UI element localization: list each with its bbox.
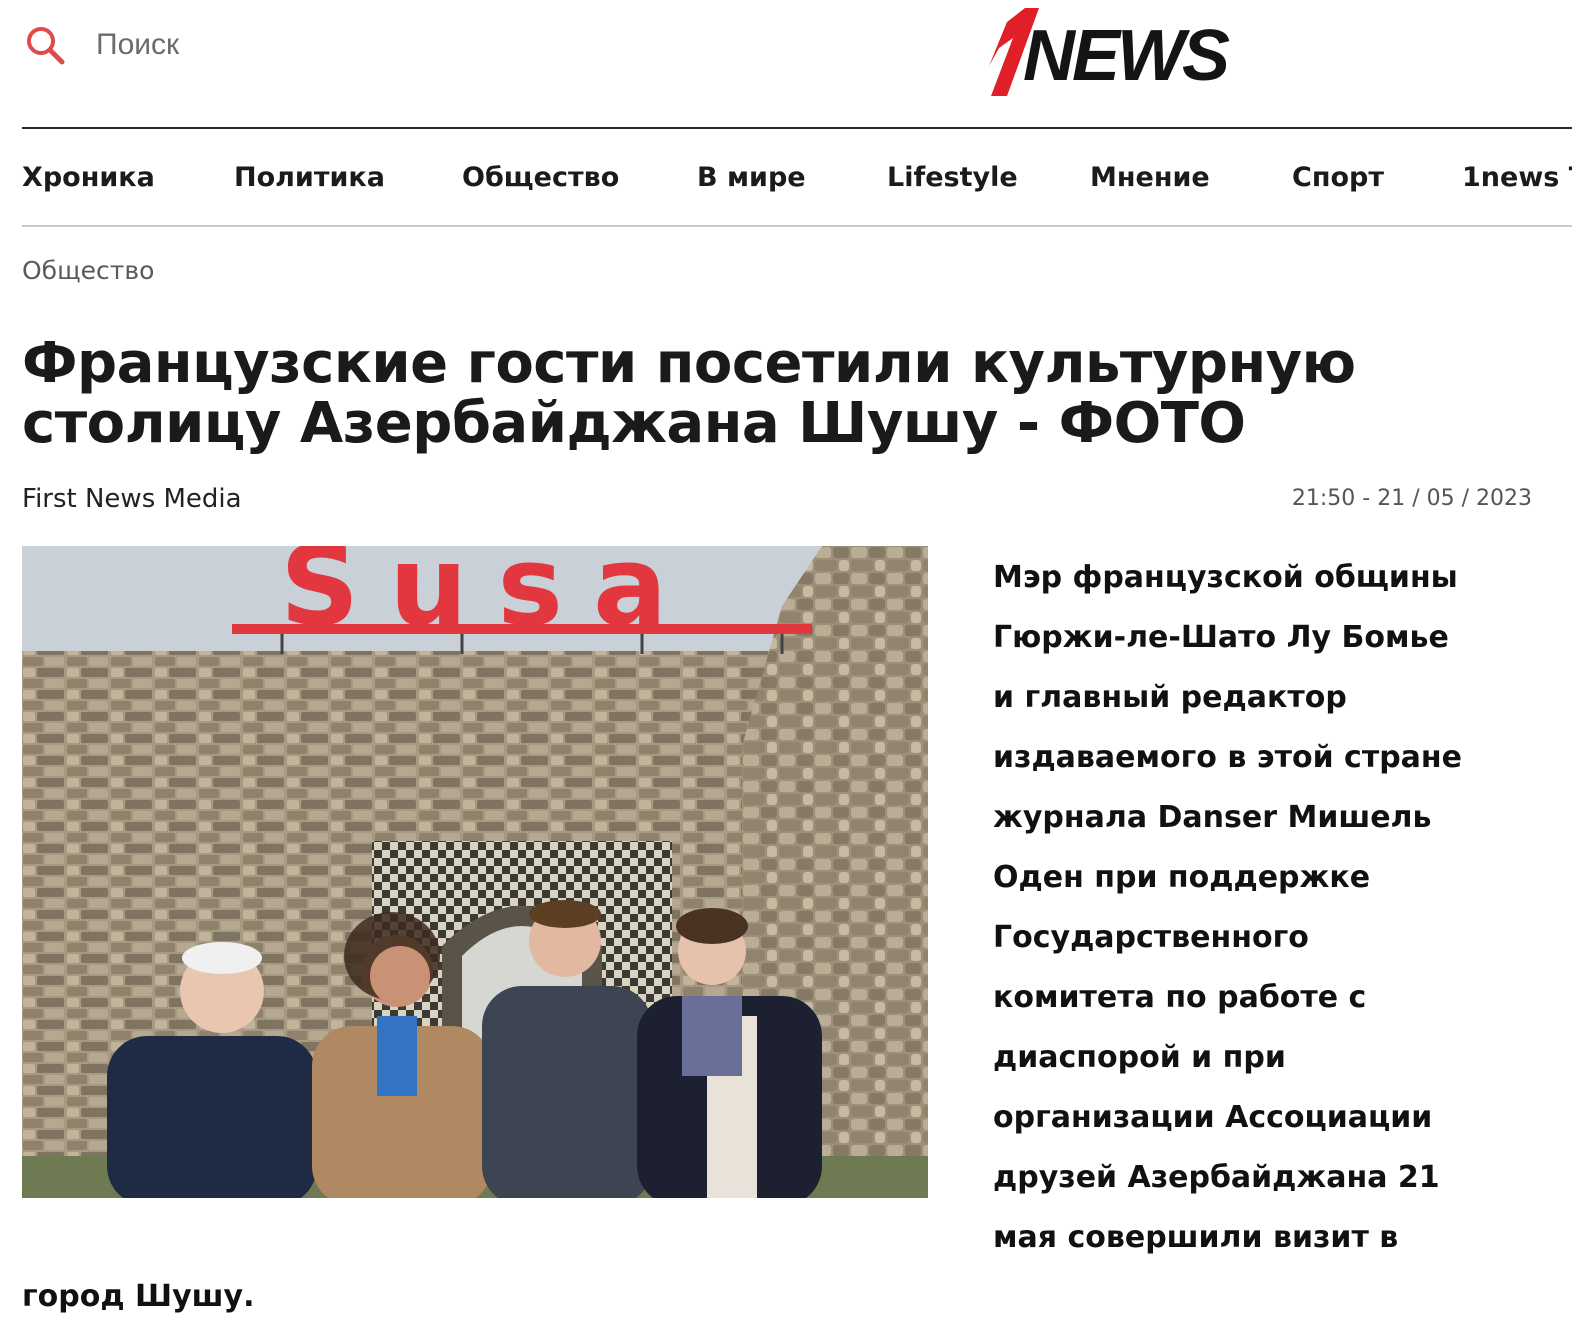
lead-line: и главный редактор: [993, 680, 1347, 715]
article-lead: Мэр французской общины Гюржи-ле-Шато Лу …: [993, 548, 1553, 1268]
lead-line: комитета по работе с: [993, 980, 1367, 1015]
lead-line: организации Ассоциации: [993, 1100, 1433, 1135]
nav-item-society[interactable]: Общество: [462, 158, 619, 198]
site-logo[interactable]: NEWS: [985, 4, 1235, 100]
lead-line: Государственного: [993, 920, 1309, 955]
article-title-line-1: Французские гости посетили культурную: [22, 331, 1356, 396]
lead-line: журнала Danser Мишель: [993, 800, 1432, 835]
lead-line: издаваемого в этой стране: [993, 740, 1462, 775]
nav-item-chronicle[interactable]: Хроника: [22, 158, 155, 198]
lead-line: диаспорой и при: [993, 1040, 1286, 1075]
article-author: First News Media: [22, 484, 242, 514]
logo-text: NEWS: [1023, 16, 1230, 96]
article-datetime: 21:50 - 21 / 05 / 2023: [1291, 486, 1532, 511]
article-title: Французские гости посетили культурную ст…: [22, 334, 1542, 454]
nav-item-opinion[interactable]: Мнение: [1090, 158, 1210, 198]
lead-line: Гюржи-ле-Шато Лу Бомье: [993, 620, 1449, 655]
nav-item-lifestyle[interactable]: Lifestyle: [887, 158, 1018, 198]
header-divider: [22, 127, 1572, 129]
nav-item-sport[interactable]: Спорт: [1292, 158, 1384, 198]
lead-line: Мэр французской общины: [993, 560, 1458, 595]
article-title-line-2: столицу Азербайджана Шушу - ФОТО: [22, 391, 1246, 456]
nav-divider: [22, 225, 1572, 227]
photo-illustration: Susa: [22, 546, 928, 1198]
lead-line: мая совершили визит в: [993, 1220, 1399, 1255]
nav-item-1news-tv[interactable]: 1news T: [1462, 158, 1572, 198]
svg-text:Susa: Susa: [280, 546, 697, 650]
article-photo[interactable]: Susa: [22, 546, 928, 1198]
nav-item-politics[interactable]: Политика: [234, 158, 385, 198]
search-input[interactable]: [96, 26, 356, 64]
nav-item-world[interactable]: В мире: [697, 158, 806, 198]
search-bar[interactable]: [22, 20, 356, 70]
search-icon[interactable]: [22, 22, 68, 68]
article-lead-tail: город Шушу.: [22, 1279, 255, 1314]
article-category[interactable]: Общество: [22, 256, 154, 285]
lead-line: Оден при поддержке: [993, 860, 1371, 895]
lead-line: друзей Азербайджана 21: [993, 1160, 1440, 1195]
